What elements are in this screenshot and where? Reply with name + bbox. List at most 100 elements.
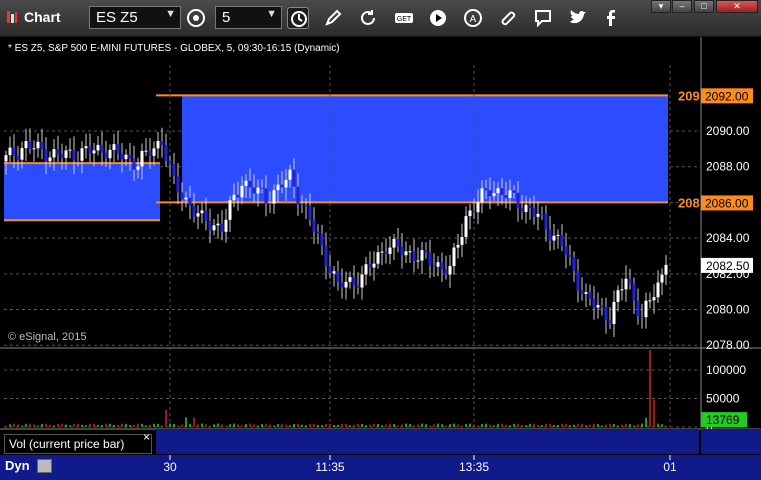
facebook-icon[interactable] bbox=[600, 7, 622, 29]
candle-up bbox=[508, 190, 512, 198]
candle-up bbox=[24, 141, 28, 149]
time-tick-label: 13:35 bbox=[459, 460, 489, 474]
get-data-icon[interactable]: GET bbox=[393, 7, 415, 29]
candle-up bbox=[332, 271, 336, 274]
refresh-icon[interactable] bbox=[357, 7, 379, 29]
window-menu-button[interactable]: ▾ bbox=[651, 0, 671, 13]
candle-down bbox=[188, 197, 192, 206]
study-strip bbox=[156, 429, 699, 454]
candle-down bbox=[540, 213, 544, 215]
candle-down bbox=[296, 186, 300, 205]
candle-down bbox=[316, 231, 320, 234]
candle-up bbox=[64, 150, 68, 158]
settings-gear-icon[interactable] bbox=[185, 7, 207, 29]
candle-down bbox=[76, 160, 80, 162]
candle-up bbox=[364, 264, 368, 275]
twitter-icon[interactable] bbox=[567, 7, 589, 29]
candle-up bbox=[228, 200, 232, 220]
price-level-edge-label: 209 bbox=[678, 88, 700, 103]
candle-up bbox=[196, 213, 200, 217]
candle-down bbox=[312, 219, 316, 232]
candle-down bbox=[264, 188, 268, 204]
candle-up bbox=[584, 292, 588, 294]
candle-down bbox=[116, 144, 120, 154]
dynamic-settings-icon[interactable] bbox=[37, 459, 52, 473]
candle-down bbox=[600, 304, 604, 307]
candle-up bbox=[408, 251, 412, 253]
candle-down bbox=[100, 144, 104, 153]
candle-up bbox=[464, 216, 468, 237]
candle-up bbox=[420, 250, 424, 261]
time-axis[interactable] bbox=[0, 455, 761, 480]
minimize-button[interactable]: – bbox=[672, 0, 692, 13]
candle-down bbox=[128, 154, 132, 159]
link-icon[interactable] bbox=[497, 7, 519, 29]
candle-up bbox=[124, 154, 128, 160]
play-icon[interactable] bbox=[427, 7, 449, 29]
svg-text:GET: GET bbox=[397, 16, 412, 23]
candle-down bbox=[44, 149, 48, 162]
svg-text:A: A bbox=[470, 14, 477, 25]
candle-down bbox=[88, 146, 92, 154]
alert-icon[interactable]: A bbox=[462, 7, 484, 29]
chevron-down-icon[interactable]: ▼ bbox=[266, 8, 277, 20]
candle-down bbox=[396, 238, 400, 247]
price-chart[interactable]: 2090.002088.002086.002084.002082.002080.… bbox=[0, 37, 761, 480]
candle-up bbox=[32, 148, 36, 150]
candle-down bbox=[192, 205, 196, 217]
maximize-button[interactable]: □ bbox=[694, 0, 714, 13]
candle-up bbox=[624, 278, 628, 290]
candle-down bbox=[356, 285, 360, 288]
candle-down bbox=[440, 262, 444, 270]
chevron-down-icon[interactable]: ▼ bbox=[165, 8, 176, 20]
candle-down bbox=[104, 152, 108, 159]
candle-down bbox=[164, 145, 168, 161]
candle-down bbox=[604, 306, 608, 321]
candle-down bbox=[328, 266, 332, 274]
clock-icon[interactable] bbox=[287, 7, 309, 29]
candle-up bbox=[476, 202, 480, 213]
candle-down bbox=[632, 283, 636, 301]
candle-down bbox=[28, 141, 32, 149]
price-level-edge-label: 208 bbox=[678, 195, 700, 210]
candle-down bbox=[336, 271, 340, 282]
candle-down bbox=[568, 255, 572, 257]
chart-title: * ES Z5, S&P 500 E-MINI FUTURES - GLOBEX… bbox=[8, 43, 340, 54]
candle-up bbox=[112, 144, 116, 150]
close-study-icon[interactable]: × bbox=[143, 430, 150, 444]
current-volume-label: 13769 bbox=[706, 413, 740, 427]
draw-pencil-icon[interactable] bbox=[322, 7, 344, 29]
candle-down bbox=[252, 187, 256, 194]
candle-up bbox=[152, 148, 156, 156]
candle-up bbox=[284, 179, 288, 188]
candle-down bbox=[488, 190, 492, 197]
opening-range-zone bbox=[182, 95, 668, 203]
candle-up bbox=[36, 141, 40, 149]
candle-up bbox=[344, 281, 348, 288]
chart-area[interactable]: 2090.002088.002086.002084.002082.002080.… bbox=[0, 37, 761, 480]
candle-up bbox=[240, 185, 244, 198]
symbol-value: ES Z5 bbox=[96, 9, 138, 26]
dynamic-label[interactable]: Dyn bbox=[5, 458, 30, 473]
price-tick-label: 2090.00 bbox=[706, 124, 750, 138]
candle-up bbox=[552, 235, 556, 241]
candle-up bbox=[232, 194, 236, 201]
candle-up bbox=[140, 150, 144, 167]
close-button[interactable]: ✕ bbox=[716, 0, 758, 13]
symbol-combo[interactable]: ES Z5 ▼ bbox=[89, 6, 181, 29]
volume-study-label[interactable]: Vol (current price bar) bbox=[4, 434, 152, 454]
candle-up bbox=[480, 188, 484, 203]
candle-down bbox=[320, 233, 324, 246]
candle-up bbox=[644, 300, 648, 318]
interval-combo[interactable]: 5 ▼ bbox=[215, 6, 282, 29]
candle-down bbox=[532, 208, 536, 217]
candle-down bbox=[424, 250, 428, 253]
chat-icon[interactable] bbox=[532, 7, 554, 29]
candle-up bbox=[244, 180, 248, 186]
candle-up bbox=[52, 149, 56, 158]
candle-down bbox=[412, 251, 416, 261]
price-tick-label: 2084.00 bbox=[706, 231, 750, 245]
candle-down bbox=[16, 155, 20, 160]
candle-down bbox=[308, 205, 312, 220]
candle-up bbox=[524, 204, 528, 212]
